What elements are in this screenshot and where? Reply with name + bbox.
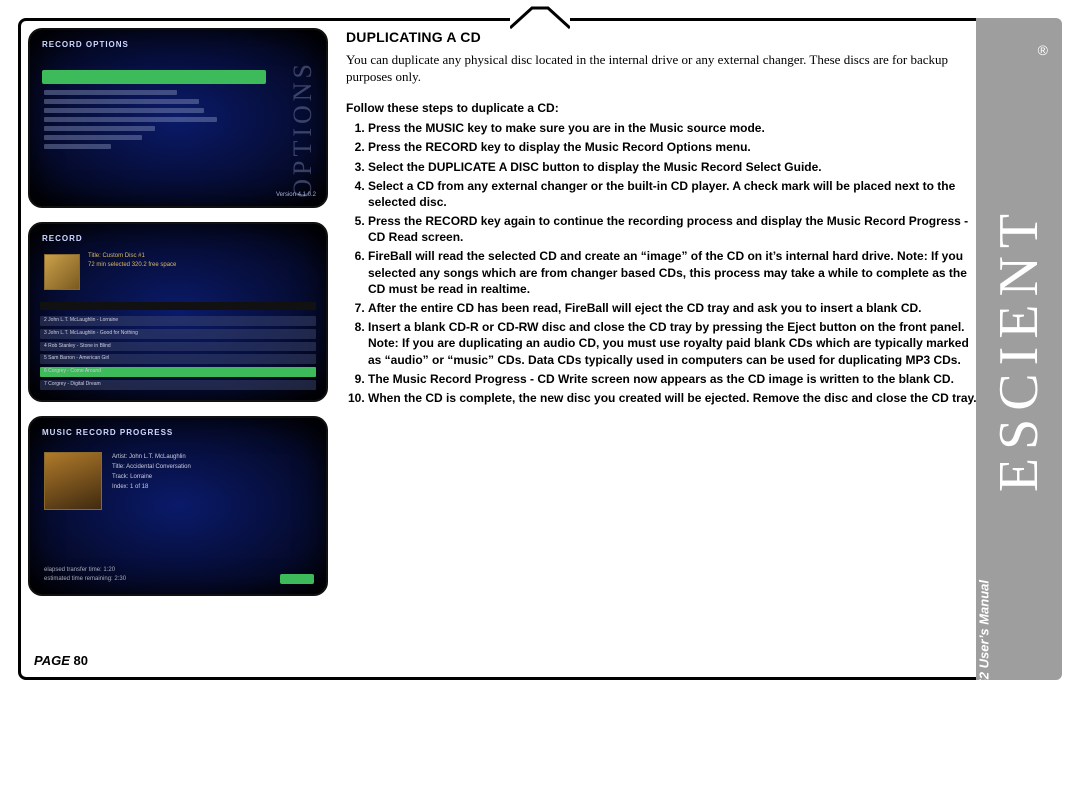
step-item: Press the RECORD key to display the Musi… xyxy=(368,139,980,155)
screenshot-record-options: RECORD OPTIONS OPTIONS Version 4.1.0.2 xyxy=(28,28,328,208)
registered-mark: ® xyxy=(1038,42,1048,58)
progress-meta: Artist: John L.T. McLaughlin Title: Acci… xyxy=(112,452,191,492)
progress-status: elapsed transfer time: 1:20 estimated ti… xyxy=(44,566,126,584)
album-art-icon xyxy=(44,254,80,290)
album-art-icon xyxy=(44,452,102,510)
record-instruction-bar xyxy=(40,302,316,310)
step-item: Press the MUSIC key to make sure you are… xyxy=(368,120,980,136)
screen-side-label: OPTIONS xyxy=(288,60,318,198)
screenshot-record: RECORD Title: Custom Disc #1 72 min sele… xyxy=(28,222,328,402)
page-number: PAGE 80 xyxy=(34,653,88,668)
instruction-text: DUPLICATING A CD You can duplicate any p… xyxy=(346,28,980,670)
brand-sidebar: ® ESCIENT FireBall™ DVDM-552 User’s Manu… xyxy=(976,18,1062,680)
screen-title: MUSIC RECORD PROGRESS xyxy=(42,428,173,437)
step-item: After the entire CD has been read, FireB… xyxy=(368,300,980,316)
step-item: Insert a blank CD-R or CD-RW disc and cl… xyxy=(368,319,980,368)
screen-title: RECORD xyxy=(42,234,83,243)
screenshots-column: RECORD OPTIONS OPTIONS Version 4.1.0.2 R… xyxy=(28,28,328,670)
step-item: Select a CD from any external changer or… xyxy=(368,178,980,210)
brand-subtitle: FireBall™ DVDM-552 User’s Manual xyxy=(977,580,992,801)
top-notch-decor xyxy=(510,6,570,30)
record-meta: Title: Custom Disc #1 72 min selected 32… xyxy=(88,252,176,270)
step-item: FireBall will read the selected CD and c… xyxy=(368,248,980,297)
progress-button xyxy=(280,574,314,584)
step-item: Press the RECORD key again to continue t… xyxy=(368,213,980,245)
screenshot-progress: MUSIC RECORD PROGRESS Artist: John L.T. … xyxy=(28,416,328,596)
version-text: Version 4.1.0.2 xyxy=(276,192,316,198)
steps-list: Press the MUSIC key to make sure you are… xyxy=(346,120,980,406)
screen-title: RECORD OPTIONS xyxy=(42,40,129,49)
brand-name: ESCIENT xyxy=(987,206,1051,492)
step-item: When the CD is complete, the new disc yo… xyxy=(368,390,980,406)
step-item: Select the DUPLICATE A DISC button to di… xyxy=(368,159,980,175)
steps-lead: Follow these steps to duplicate a CD: xyxy=(346,100,980,116)
section-heading: DUPLICATING A CD xyxy=(346,28,980,47)
intro-paragraph: You can duplicate any physical disc loca… xyxy=(346,51,980,86)
step-item: The Music Record Progress - CD Write scr… xyxy=(368,371,980,387)
track-list: 2 John L.T. McLaughlin - Lorraine 3 John… xyxy=(40,316,316,390)
